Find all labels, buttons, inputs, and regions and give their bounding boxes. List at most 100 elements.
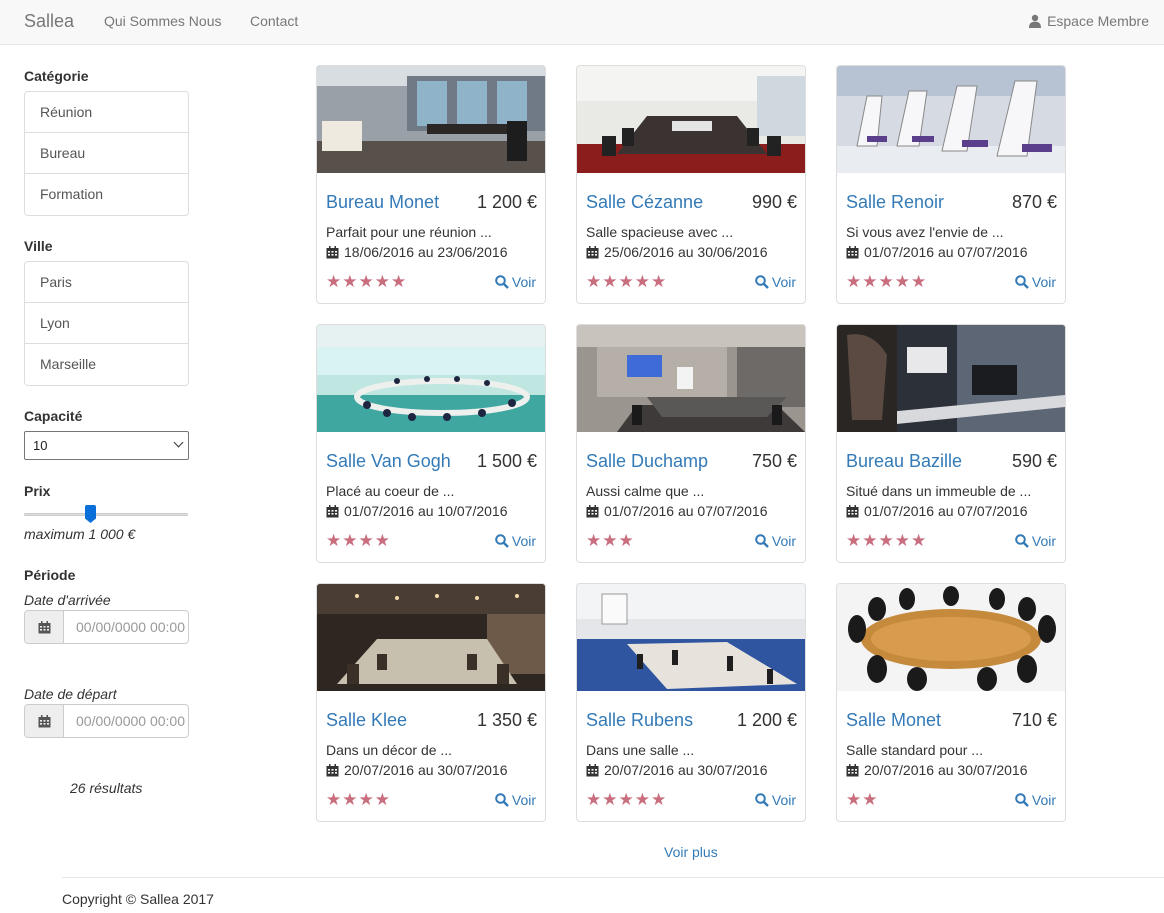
- calendar-icon: [846, 504, 859, 517]
- room-name[interactable]: Bureau Monet: [326, 192, 439, 213]
- room-price: 990 €: [751, 192, 797, 212]
- price-slider-track[interactable]: [24, 513, 188, 516]
- room-name[interactable]: Salle Klee: [326, 710, 407, 731]
- view-room-button[interactable]: Voir: [755, 533, 796, 549]
- user-icon: [1029, 14, 1042, 28]
- member-area-link[interactable]: Espace Membre: [1028, 13, 1149, 29]
- room-name[interactable]: Salle Rubens: [586, 710, 693, 731]
- copyright-text: Copyright © Sallea 2017: [62, 891, 214, 907]
- view-room-label: Voir: [1031, 533, 1056, 549]
- view-room-button[interactable]: Voir: [755, 274, 796, 290]
- room-card-bureau-bazille: Bureau Bazille 590 € Situé dans un immeu…: [836, 324, 1066, 563]
- departure-label: Date de départ: [24, 686, 117, 702]
- capacity-select[interactable]: 10: [24, 431, 189, 460]
- room-description: Si vous avez l'envie de ...: [846, 224, 1004, 240]
- calendar-icon: [586, 245, 599, 258]
- room-dates: 01/07/2016 au 10/07/2016: [326, 503, 508, 519]
- view-room-button[interactable]: Voir: [1015, 274, 1056, 290]
- search-icon: [755, 793, 769, 807]
- calendar-icon: [846, 763, 859, 776]
- room-photo[interactable]: [577, 584, 805, 691]
- calendar-icon: [846, 245, 859, 258]
- arrival-date-group: 00/00/0000 00:00: [24, 610, 189, 644]
- chevron-down-icon: [173, 437, 184, 448]
- room-photo[interactable]: [837, 66, 1065, 173]
- room-rating-stars: ★★★★: [326, 531, 391, 550]
- room-card-salle-monet: Salle Monet 710 € Salle standard pour ..…: [836, 583, 1066, 822]
- room-dates-text: 20/07/2016 au 30/07/2016: [864, 762, 1028, 778]
- room-name[interactable]: Bureau Bazille: [846, 451, 962, 472]
- room-rating-stars: ★★★★★: [846, 531, 928, 550]
- view-room-button[interactable]: Voir: [495, 533, 536, 549]
- room-name[interactable]: Salle Duchamp: [586, 451, 708, 472]
- room-photo[interactable]: [317, 325, 545, 432]
- view-room-button[interactable]: Voir: [1015, 792, 1056, 808]
- room-card-salle-rubens: Salle Rubens 1 200 € Dans une salle ... …: [576, 583, 806, 822]
- search-icon: [755, 275, 769, 289]
- room-price: 1 350 €: [476, 710, 537, 730]
- room-price: 870 €: [1011, 192, 1057, 212]
- category-item-formation[interactable]: Formation: [25, 174, 188, 215]
- view-room-button[interactable]: Voir: [495, 274, 536, 290]
- city-item-lyon[interactable]: Lyon: [25, 303, 188, 344]
- room-photo[interactable]: [837, 584, 1065, 691]
- navbar: Sallea Qui Sommes Nous Contact Espace Me…: [0, 0, 1164, 45]
- training-room-photo: [577, 584, 805, 691]
- arrival-calendar-button[interactable]: [25, 611, 64, 643]
- room-dates-text: 25/06/2016 au 30/06/2016: [604, 244, 768, 260]
- category-item-bureau[interactable]: Bureau: [25, 133, 188, 174]
- room-name[interactable]: Salle Van Gogh: [326, 451, 451, 472]
- projector-room-photo: [577, 325, 805, 432]
- city-item-paris[interactable]: Paris: [25, 262, 188, 303]
- departure-calendar-button[interactable]: [25, 705, 64, 737]
- room-photo[interactable]: [317, 66, 545, 173]
- room-name[interactable]: Salle Renoir: [846, 192, 944, 213]
- view-room-button[interactable]: Voir: [755, 792, 796, 808]
- view-room-button[interactable]: Voir: [495, 792, 536, 808]
- capacity-title: Capacité: [24, 408, 83, 424]
- room-dates-text: 20/07/2016 au 30/07/2016: [344, 762, 508, 778]
- room-photo[interactable]: [577, 325, 805, 432]
- view-room-button[interactable]: Voir: [1015, 533, 1056, 549]
- room-price: 590 €: [1011, 451, 1057, 471]
- price-slider-thumb[interactable]: [85, 505, 96, 523]
- city-item-marseille[interactable]: Marseille: [25, 344, 188, 385]
- room-description: Placé au coeur de ...: [326, 483, 455, 499]
- brand-link[interactable]: Sallea: [24, 11, 74, 32]
- calendar-icon: [586, 504, 599, 517]
- room-description: Situé dans un immeuble de ...: [846, 483, 1032, 499]
- view-room-label: Voir: [1031, 274, 1056, 290]
- arrival-date-input[interactable]: 00/00/0000 00:00: [64, 611, 188, 643]
- calendar-icon: [326, 504, 339, 517]
- search-icon: [1015, 534, 1029, 548]
- room-card-salle-duchamp: Salle Duchamp 750 € Aussi calme que ... …: [576, 324, 806, 563]
- room-price: 1 500 €: [476, 451, 537, 471]
- room-dates: 20/07/2016 au 30/07/2016: [846, 762, 1028, 778]
- category-item-reunion[interactable]: Réunion: [25, 92, 188, 133]
- calendar-icon: [326, 245, 339, 258]
- room-photo[interactable]: [577, 66, 805, 173]
- city-title: Ville: [24, 238, 53, 254]
- view-room-label: Voir: [511, 792, 536, 808]
- u-shape-room-photo: [317, 325, 545, 432]
- nav-link-about[interactable]: Qui Sommes Nous: [104, 13, 221, 29]
- room-description: Dans un décor de ...: [326, 742, 453, 758]
- load-more-link[interactable]: Voir plus: [664, 844, 718, 860]
- room-dates: 01/07/2016 au 07/07/2016: [846, 503, 1028, 519]
- designer-chairs-photo: [837, 66, 1065, 173]
- room-dates-text: 01/07/2016 au 07/07/2016: [604, 503, 768, 519]
- room-card-salle-klee: Salle Klee 1 350 € Dans un décor de ... …: [316, 583, 546, 822]
- results-count: 26 résultats: [70, 780, 143, 796]
- room-description: Aussi calme que ...: [586, 483, 705, 499]
- room-dates-text: 18/06/2016 au 23/06/2016: [344, 244, 508, 260]
- room-name[interactable]: Salle Monet: [846, 710, 941, 731]
- price-max-label: maximum 1 000 €: [24, 526, 136, 542]
- room-price: 1 200 €: [476, 192, 537, 212]
- room-name[interactable]: Salle Cézanne: [586, 192, 703, 213]
- room-rating-stars: ★★★★: [326, 790, 391, 809]
- room-price: 710 €: [1011, 710, 1057, 730]
- nav-link-contact[interactable]: Contact: [250, 13, 298, 29]
- room-photo[interactable]: [837, 325, 1065, 432]
- departure-date-input[interactable]: 00/00/0000 00:00: [64, 705, 188, 737]
- room-photo[interactable]: [317, 584, 545, 691]
